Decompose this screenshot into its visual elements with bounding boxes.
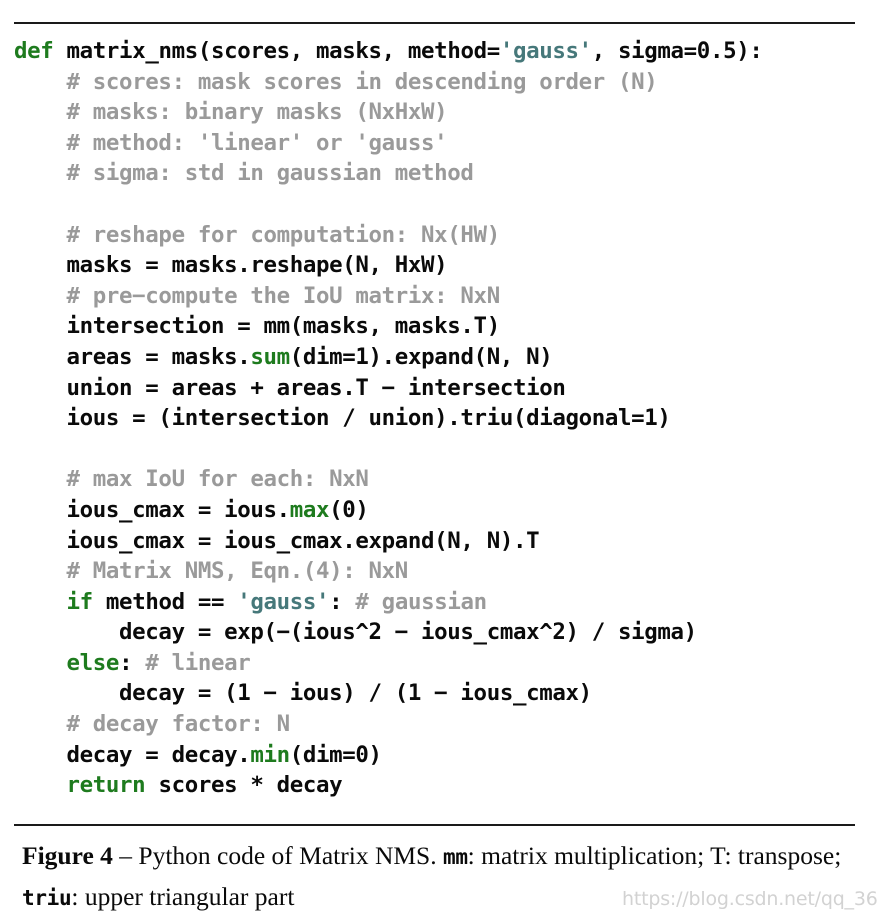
figure-caption-text-2: : matrix multiplication; T: transpose; [467, 841, 842, 870]
code-token-cm: # sigma: std in gaussian method [14, 160, 474, 187]
code-token-cm: # masks: binary masks (NxHxW) [14, 99, 448, 126]
code-token-pl: intersection = mm(masks, masks.T) [14, 313, 501, 340]
code-token-pl: scores * decay [145, 772, 343, 799]
figure-caption-mono-triu: triu [22, 886, 72, 910]
code-listing: def matrix_nms(scores, masks, method='ga… [14, 36, 864, 801]
code-token-cm: # max IoU for each: NxN [14, 466, 369, 493]
figure-caption-text-3: : upper triangular part [71, 882, 295, 911]
code-line: # pre−compute the IoU matrix: NxN [14, 281, 864, 312]
code-line: intersection = mm(masks, masks.T) [14, 311, 864, 342]
code-token-pl: (dim=0) [289, 741, 382, 768]
code-token-bi: min [250, 741, 290, 768]
code-token-pl: ious_cmax = ious_cmax.expand(N, N).T [14, 527, 540, 554]
code-token-pl: decay = (1 − ious) / (1 − ious_cmax) [14, 680, 592, 707]
code-line: # masks: binary masks (NxHxW) [14, 97, 864, 128]
code-token-bi: max [289, 496, 330, 523]
code-line: # decay factor: N [14, 709, 864, 740]
code-line: # max IoU for each: NxN [14, 464, 864, 495]
code-line: decay = (1 − ious) / (1 − ious_cmax) [14, 678, 864, 709]
code-token-str: 'gauss' [499, 38, 592, 64]
figure-caption-text-1: Python code of Matrix NMS. [138, 841, 443, 870]
code-token-cm: # decay factor: N [14, 711, 291, 738]
code-token-pl: (dim=1).expand(N, N) [289, 343, 553, 370]
code-line: masks = masks.reshape(N, HxW) [14, 250, 864, 281]
code-line: ious_cmax = ious_cmax.expand(N, N).T [14, 526, 864, 557]
code-line: decay = exp(−(ious^2 − ious_cmax^2) / si… [14, 617, 864, 648]
code-token-kw: return [66, 772, 146, 799]
figure-caption-label: Figure 4 [22, 841, 113, 870]
figure-caption-dash: – [112, 841, 139, 870]
code-line: return scores * decay [14, 770, 864, 801]
code-token-cm: # pre−compute the IoU matrix: NxN [14, 282, 501, 309]
code-token-pl: areas = masks. [14, 343, 251, 370]
code-token-pl: , sigma=0.5): [591, 38, 763, 64]
code-token-cm: # linear [145, 649, 251, 676]
code-token-cm: # method: 'linear' or 'gauss' [14, 129, 448, 156]
csdn-watermark: https://blog.csdn.net/qq_36530992 [622, 888, 878, 910]
top-horizontal-rule [14, 22, 855, 24]
figure-caption-mono-mm: mm [442, 845, 468, 869]
code-token-pl: method == [92, 588, 238, 615]
code-token-kw: if [66, 588, 94, 615]
code-token-cm: # Matrix NMS, Eqn.(4): NxN [14, 558, 409, 585]
code-token-pl: decay = decay. [14, 741, 251, 768]
code-token-pl: (0) [329, 496, 369, 523]
code-line: if method == 'gauss': # gaussian [14, 587, 864, 618]
code-token-pl: : [329, 588, 356, 615]
code-token-pl: decay = exp(−(ious^2 − ious_cmax^2) / si… [14, 619, 697, 646]
code-token-pl: union = areas + areas.T − intersection [14, 374, 566, 401]
code-token-kw: else [66, 649, 120, 676]
code-token-pl: : [119, 649, 146, 676]
code-line: decay = decay.min(dim=0) [14, 740, 864, 771]
code-line: areas = masks.sum(dim=1).expand(N, N) [14, 342, 864, 373]
code-token-bi: sum [250, 343, 290, 370]
code-line: ious_cmax = ious.max(0) [14, 495, 864, 526]
code-token-str: 'gauss' [237, 588, 330, 615]
code-token-pl: ious_cmax = ious. [14, 496, 291, 523]
code-token-cm: # scores: mask scores in descending orde… [14, 68, 658, 95]
code-line: # reshape for computation: Nx(HW) [14, 220, 864, 251]
code-token-kw: def [14, 38, 54, 64]
code-line: # Matrix NMS, Eqn.(4): NxN [14, 556, 864, 587]
code-token-pl: ious = (intersection / union).triu(diago… [14, 405, 671, 432]
code-token-cm: # reshape for computation: Nx(HW) [14, 221, 501, 248]
code-token-pl: masks = masks.reshape(N, HxW) [14, 252, 448, 279]
code-line: else: # linear [14, 648, 864, 679]
code-line: # sigma: std in gaussian method [14, 158, 864, 189]
bottom-horizontal-rule [14, 824, 855, 826]
code-token-cm: # gaussian [355, 588, 487, 615]
code-line: ious = (intersection / union).triu(diago… [14, 403, 864, 434]
code-token-pl: matrix_nms(scores, masks, method= [53, 38, 501, 64]
code-line: # scores: mask scores in descending orde… [14, 67, 864, 98]
code-line: union = areas + areas.T − intersection [14, 373, 864, 404]
figure-block: def matrix_nms(scores, masks, method='ga… [0, 0, 878, 924]
code-line: # method: 'linear' or 'gauss' [14, 128, 864, 159]
code-line: def matrix_nms(scores, masks, method='ga… [14, 36, 864, 67]
